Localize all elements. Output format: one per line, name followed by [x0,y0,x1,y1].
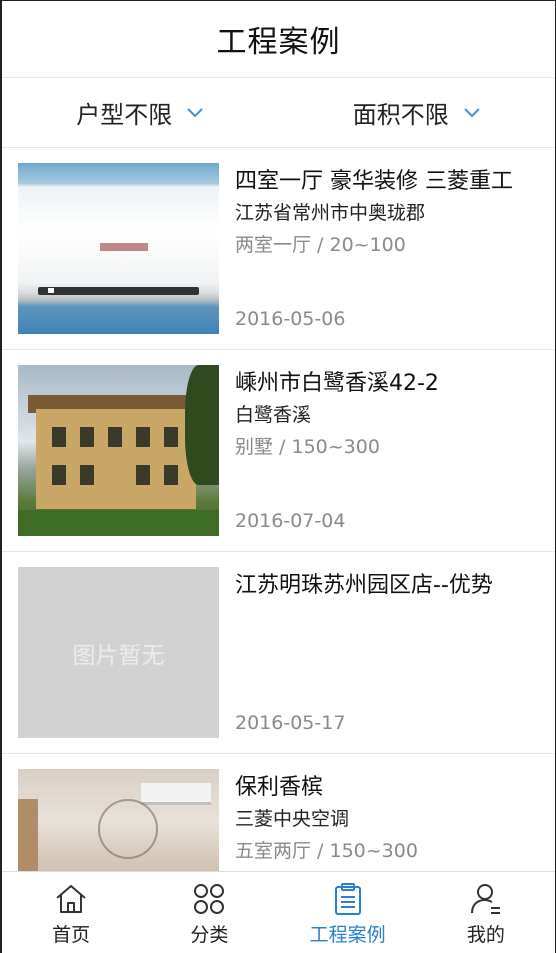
list-item[interactable]: 四室一厅 豪华装修 三菱重工 江苏省常州市中奥珑郡 两室一厅 / 20~100 … [2,148,555,350]
chevron-down-icon [464,107,480,117]
case-name: 保利香槟 [235,775,324,800]
list-item[interactable]: 保利香槟 三菱中央空调 五室两厅 / 150~300 [2,754,555,871]
chevron-down-icon [187,107,203,117]
tab-profile-label: 我的 [466,924,505,946]
case-thumbnail: 图片暂无 [18,567,219,738]
clipboard-icon [334,883,361,915]
case-name: 四室一厅 豪华装修 三菱重工 [235,169,513,194]
case-spec: 两室一厅 / 20~100 [235,234,406,256]
air-conditioner-image [18,163,219,334]
home-icon [56,885,86,913]
case-spec: 别墅 / 150~300 [235,436,380,458]
case-list: 四室一厅 豪华装修 三菱重工 江苏省常州市中奥珑郡 两室一厅 / 20~100 … [2,148,555,871]
filter-area-label: 面积不限 [352,101,449,129]
tab-category-label: 分类 [190,924,229,946]
case-date: 2016-05-17 [235,712,346,734]
tab-home[interactable]: 首页 [2,872,140,953]
filter-area[interactable]: 面积不限 [279,78,556,147]
case-name: 江苏明珠苏州园区店--优势 [235,573,493,598]
list-item[interactable]: 嵊州市白鹭香溪42-2 白鹭香溪 别墅 / 150~300 2016-07-04 [2,350,555,552]
tab-profile[interactable]: 我的 [417,872,555,953]
user-icon [470,884,500,914]
case-name: 嵊州市白鹭香溪42-2 [235,371,439,396]
list-item[interactable]: 图片暂无 江苏明珠苏州园区店--优势 2016-05-17 [2,552,555,754]
image-placeholder: 图片暂无 [18,567,219,738]
case-date: 2016-05-06 [235,308,346,330]
tab-projects[interactable]: 工程案例 [279,872,417,953]
top-bar: 工程案例 [2,0,555,78]
bottom-tab-bar: 首页 分类 工程案例 我的 [2,871,555,953]
case-address: 白鹭香溪 [235,404,312,426]
case-thumbnail [18,365,219,536]
filter-bar: 户型不限 面积不限 [2,78,555,148]
tab-projects-label: 工程案例 [309,924,386,946]
case-spec: 五室两厅 / 150~300 [235,840,418,862]
tab-category[interactable]: 分类 [140,872,278,953]
case-date: 2016-07-04 [235,510,346,532]
filter-room-type-label: 户型不限 [76,101,173,129]
case-address: 三菱中央空调 [235,808,350,830]
case-address: 江苏省常州市中奥珑郡 [235,202,426,224]
villa-image [18,365,219,536]
interior-image [18,769,219,871]
category-icon [194,884,225,914]
case-thumbnail [18,163,219,334]
case-thumbnail [18,769,219,871]
page-title: 工程案例 [216,25,341,60]
filter-room-type[interactable]: 户型不限 [2,78,279,147]
tab-home-label: 首页 [52,924,91,946]
